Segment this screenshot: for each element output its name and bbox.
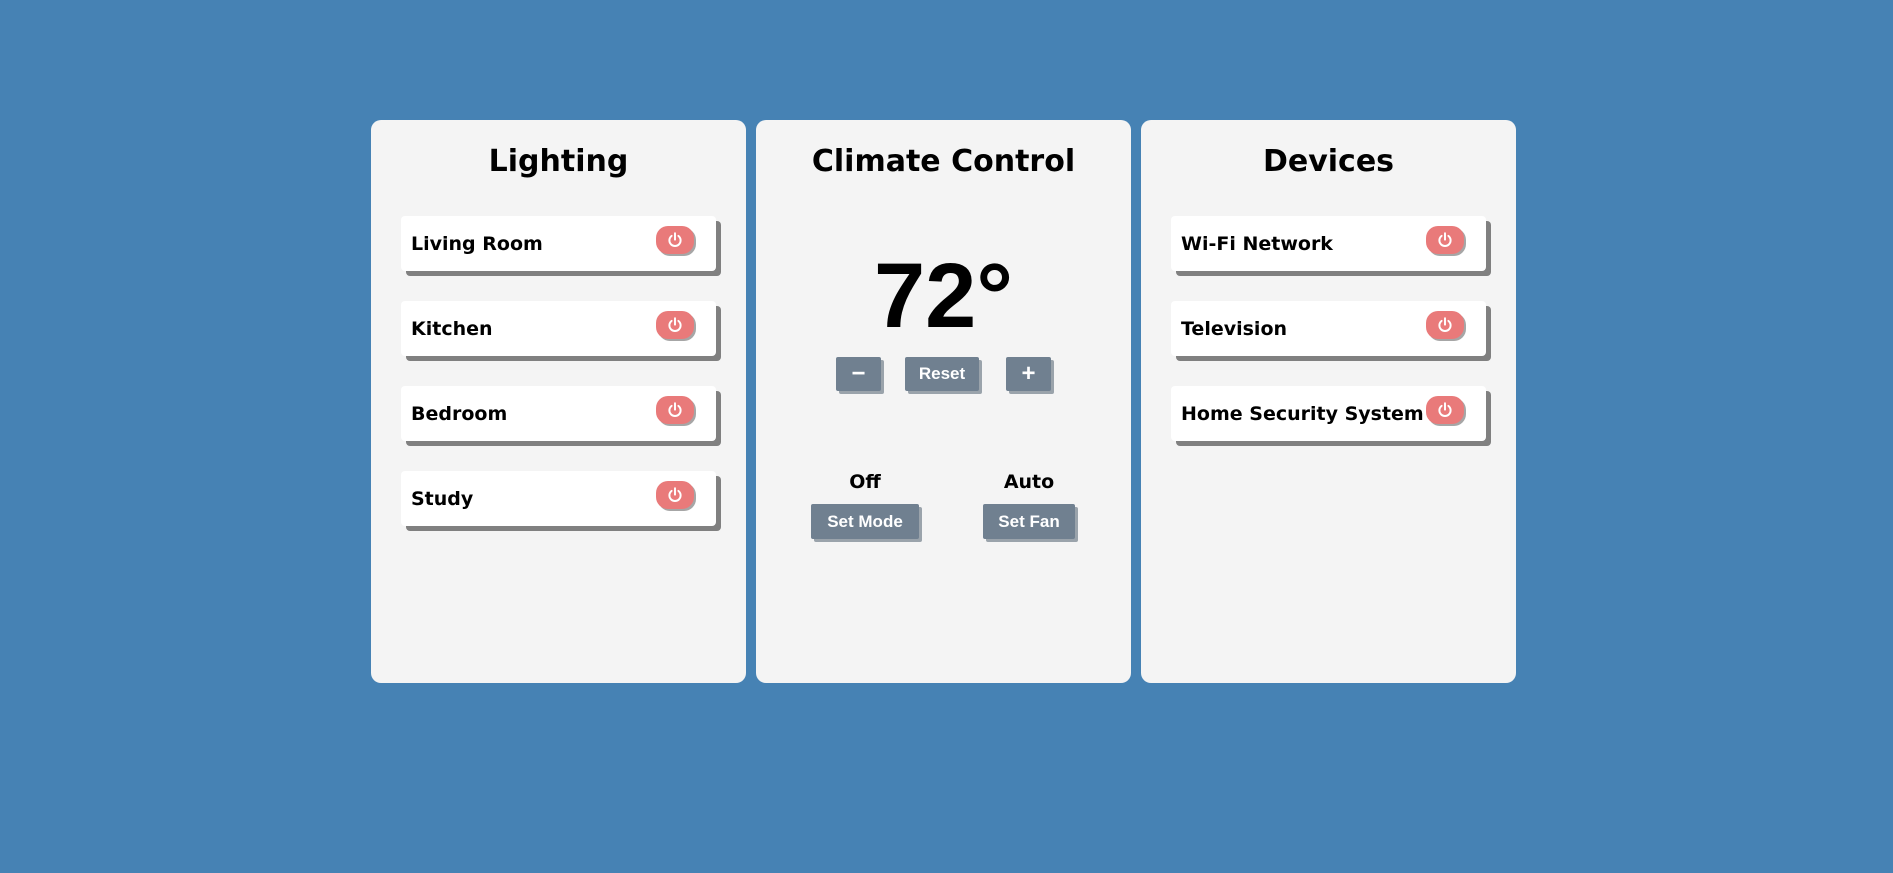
lighting-item-living-room: Living Room [401, 216, 716, 271]
power-icon [668, 402, 682, 417]
decrease-temperature-button[interactable]: − [836, 357, 881, 391]
power-icon [668, 487, 682, 502]
mode-setting: Off Set Mode [811, 473, 919, 539]
device-item-home-security-system: Home Security System [1171, 386, 1486, 441]
study-power-toggle[interactable] [656, 481, 694, 509]
lighting-panel: Lighting Living Room Kitchen Bedroom Stu… [371, 120, 746, 683]
bedroom-power-toggle[interactable] [656, 396, 694, 424]
home-security-power-toggle[interactable] [1426, 396, 1464, 424]
lighting-item-bedroom: Bedroom [401, 386, 716, 441]
power-icon [1438, 402, 1452, 417]
climate-panel: Climate Control 72° − Reset + Off Set Mo… [756, 120, 1131, 683]
devices-title: Devices [1262, 144, 1395, 179]
temperature-controls: − Reset + [756, 357, 1131, 393]
lighting-list: Living Room Kitchen Bedroom Study [401, 216, 716, 556]
devices-panel: Devices Wi-Fi Network Television Home Se… [1141, 120, 1516, 683]
climate-title: Climate Control [811, 144, 1076, 179]
item-label: Bedroom [411, 402, 508, 425]
temperature-display: 72° [873, 245, 1014, 347]
item-label: Wi-Fi Network [1181, 232, 1333, 255]
item-label: Kitchen [411, 317, 493, 340]
fan-setting: Auto Set Fan [983, 473, 1075, 539]
device-item-television: Television [1171, 301, 1486, 356]
item-label: Television [1181, 317, 1288, 340]
lighting-item-kitchen: Kitchen [401, 301, 716, 356]
item-label: Study [411, 487, 474, 510]
power-icon [1438, 317, 1452, 332]
power-icon [668, 317, 682, 332]
mode-value: Off [849, 471, 881, 493]
increase-temperature-button[interactable]: + [1006, 357, 1051, 391]
wifi-network-power-toggle[interactable] [1426, 226, 1464, 254]
item-label: Home Security System [1181, 402, 1424, 425]
kitchen-power-toggle[interactable] [656, 311, 694, 339]
television-power-toggle[interactable] [1426, 311, 1464, 339]
lighting-item-study: Study [401, 471, 716, 526]
living-room-power-toggle[interactable] [656, 226, 694, 254]
item-label: Living Room [411, 232, 543, 255]
device-item-wifi-network: Wi-Fi Network [1171, 216, 1486, 271]
fan-value: Auto [1003, 471, 1055, 493]
lighting-title: Lighting [488, 144, 629, 179]
set-mode-button[interactable]: Set Mode [811, 504, 919, 539]
power-icon [1438, 232, 1452, 247]
reset-temperature-button[interactable]: Reset [905, 357, 979, 391]
power-icon [668, 232, 682, 247]
devices-list: Wi-Fi Network Television Home Security S… [1171, 216, 1486, 471]
set-fan-button[interactable]: Set Fan [983, 504, 1075, 539]
